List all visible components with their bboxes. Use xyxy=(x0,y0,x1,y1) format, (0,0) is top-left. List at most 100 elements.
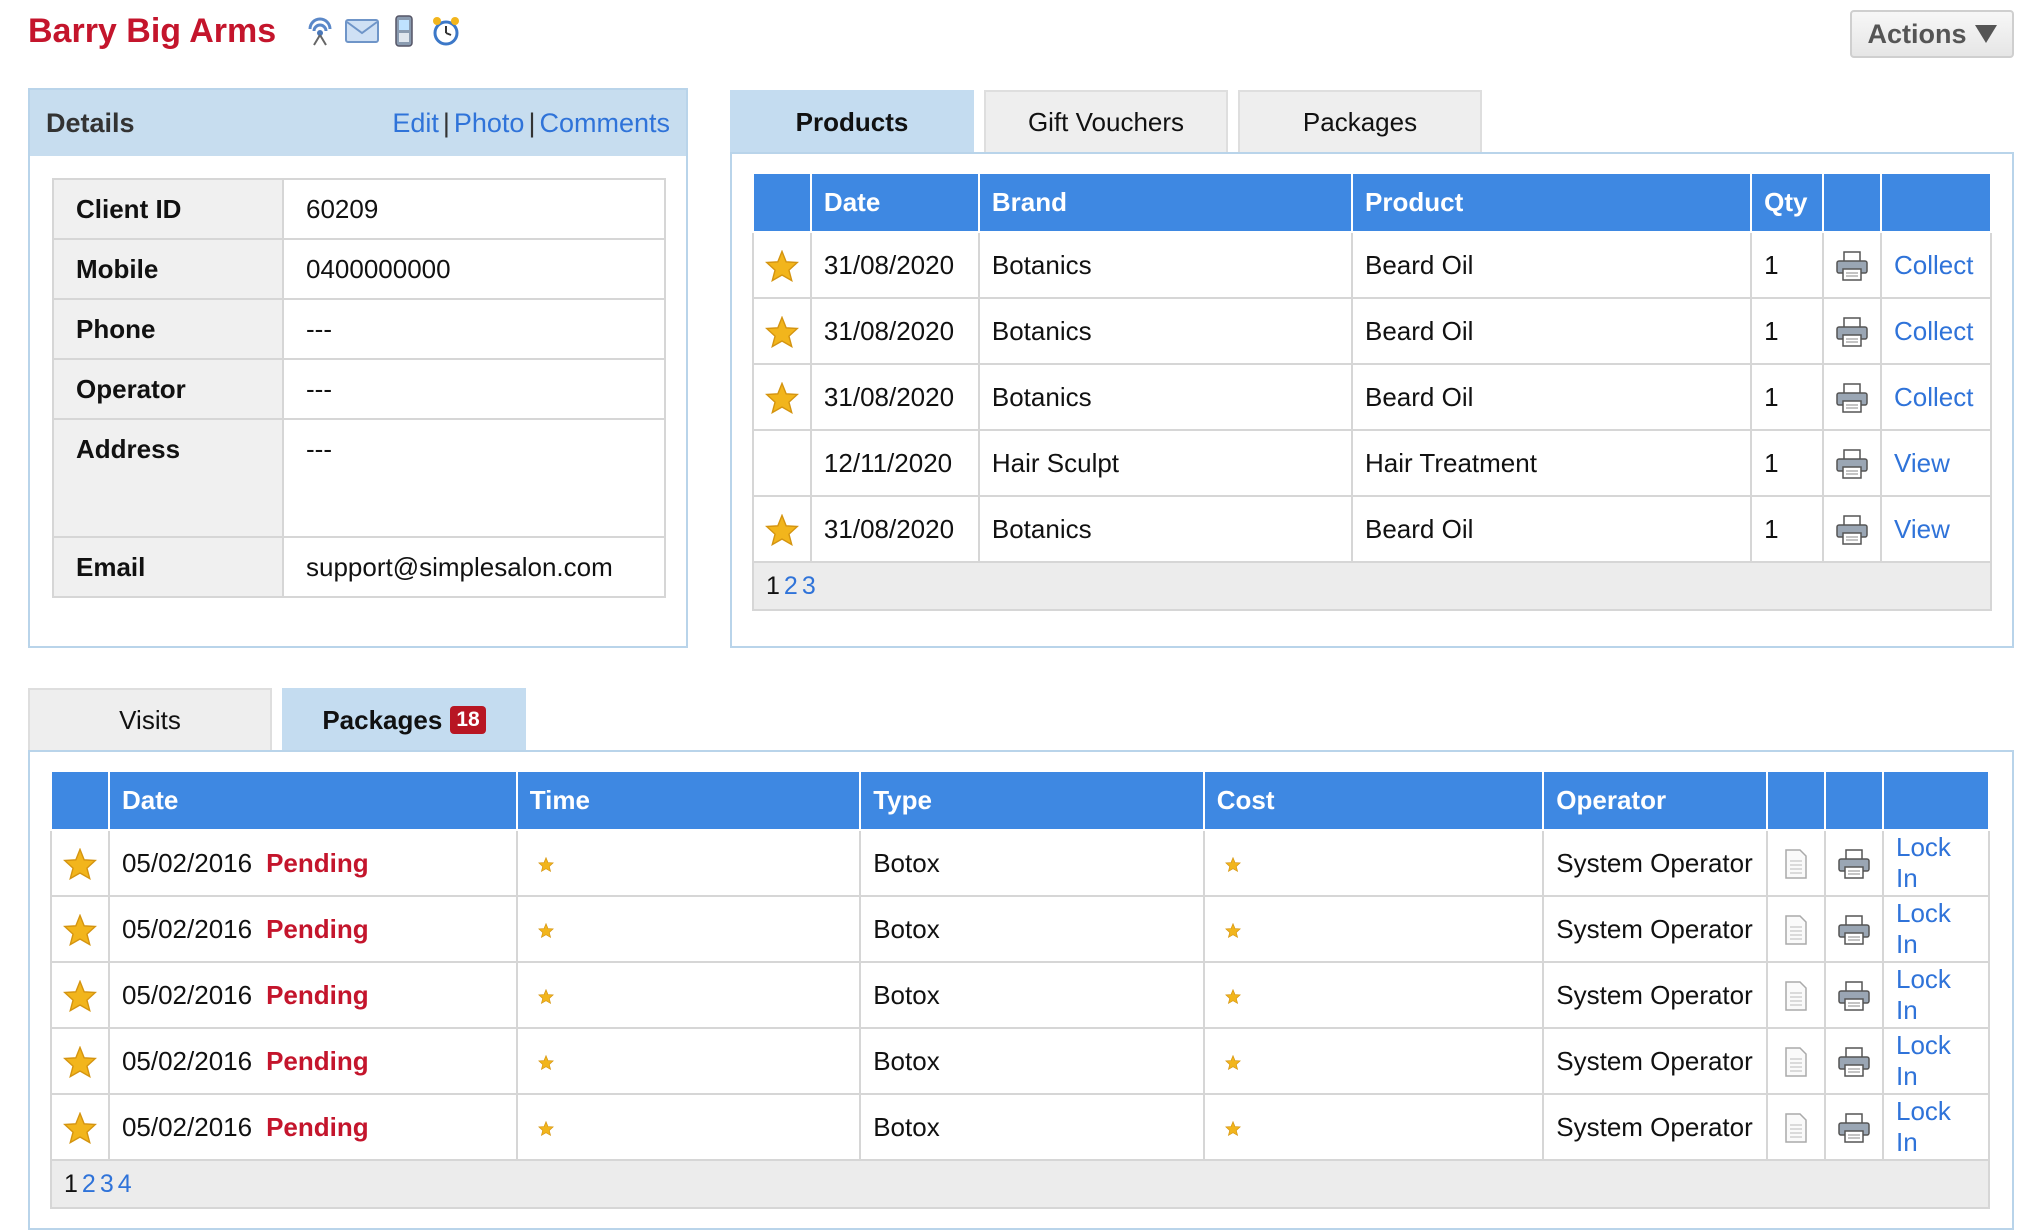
printer-icon[interactable] xyxy=(1837,1047,1871,1077)
document-icon[interactable] xyxy=(1784,1047,1808,1077)
action-cell: Collect xyxy=(1880,297,1992,365)
tab-products[interactable]: Products xyxy=(730,90,974,152)
lock-in-link[interactable]: Lock In xyxy=(1896,1096,1951,1157)
actions-button[interactable]: Actions xyxy=(1850,10,2014,58)
column-header-date[interactable]: Date xyxy=(809,174,980,233)
printer-icon[interactable] xyxy=(1837,1113,1871,1143)
column-header-operator[interactable]: Operator xyxy=(1542,772,1769,831)
details-label: Client ID xyxy=(52,178,284,240)
status-pending: Pending xyxy=(266,1045,369,1076)
details-row-operator: Operator --- xyxy=(52,358,666,420)
view-link[interactable]: View xyxy=(1894,448,1950,478)
details-label: Mobile xyxy=(52,238,284,300)
table-row: 12/11/2020 Hair Sculpt Hair Treatment 1 View xyxy=(752,429,1992,497)
table-row: 31/08/2020 Botanics Beard Oil 1 Collect xyxy=(752,363,1992,431)
brand-cell: Botanics xyxy=(977,363,1354,431)
status-pending: Pending xyxy=(266,979,369,1010)
action-cell: View xyxy=(1880,495,1992,563)
tab-visits[interactable]: Visits xyxy=(28,688,272,750)
details-row-mobile: Mobile 0400000000 xyxy=(52,238,666,300)
printer-icon[interactable] xyxy=(1835,383,1869,413)
photo-link[interactable]: Photo xyxy=(454,108,525,138)
document-icon[interactable] xyxy=(1784,915,1808,945)
lock-in-link[interactable]: Lock In xyxy=(1896,964,1951,1025)
column-header-product[interactable]: Product xyxy=(1350,174,1753,233)
page-link[interactable]: 4 xyxy=(118,1170,132,1198)
pagination: 123 xyxy=(752,561,1992,611)
column-header-cost[interactable]: Cost xyxy=(1202,772,1545,831)
table-row: 31/08/2020 Botanics Beard Oil 1 Collect xyxy=(752,231,1992,299)
page-link[interactable]: 3 xyxy=(802,572,816,600)
tab-packages-bottom[interactable]: Packages 18 xyxy=(282,688,526,750)
star-cell xyxy=(752,363,812,431)
lock-in-link[interactable]: Lock In xyxy=(1896,1030,1951,1091)
star-cell xyxy=(50,1027,110,1095)
column-header-time[interactable]: Time xyxy=(515,772,862,831)
details-header: Details Edit | Photo | Comments xyxy=(30,90,686,156)
collect-link[interactable]: Collect xyxy=(1894,382,1973,412)
mobile-phone-icon[interactable] xyxy=(386,14,422,48)
view-link[interactable]: View xyxy=(1894,514,1950,544)
details-links: Edit | Photo | Comments xyxy=(392,108,670,139)
document-icon[interactable] xyxy=(1784,849,1808,879)
collect-link[interactable]: Collect xyxy=(1894,316,1973,346)
cost-cell xyxy=(1202,1027,1545,1095)
tab-packages-label: Packages xyxy=(322,704,443,735)
column-header-brand[interactable]: Brand xyxy=(977,174,1354,233)
cost-cell xyxy=(1202,1093,1545,1161)
product-cell: Beard Oil xyxy=(1350,231,1753,299)
printer-icon[interactable] xyxy=(1837,849,1871,879)
document-icon[interactable] xyxy=(1784,1113,1808,1143)
tab-gift-vouchers[interactable]: Gift Vouchers xyxy=(984,90,1228,152)
details-row-phone: Phone --- xyxy=(52,298,666,360)
printer-icon[interactable] xyxy=(1837,981,1871,1011)
comments-link[interactable]: Comments xyxy=(539,108,670,138)
printer-icon[interactable] xyxy=(1835,515,1869,545)
date-cell: 31/08/2020 xyxy=(809,495,980,563)
column-header-document xyxy=(1766,772,1827,831)
printer-icon[interactable] xyxy=(1837,915,1871,945)
small-star-icon xyxy=(1224,857,1241,873)
type-cell: Botox xyxy=(859,961,1205,1029)
date-text: 05/02/2016 xyxy=(121,1045,253,1076)
print-cell xyxy=(1822,363,1882,431)
operator-cell: System Operator xyxy=(1542,961,1769,1029)
alarm-clock-icon[interactable] xyxy=(428,14,464,48)
column-header-date[interactable]: Date xyxy=(107,772,518,831)
small-star-icon xyxy=(1224,1055,1241,1071)
star-icon xyxy=(764,381,799,414)
packages-pagination: 1234 xyxy=(50,1159,1990,1209)
small-star-icon xyxy=(1224,989,1241,1005)
table-row: 05/02/2016 Pending Botox System Operator Loc… xyxy=(50,1027,1991,1095)
column-header-qty[interactable]: Qty xyxy=(1750,174,1825,233)
packages-header-row: Date Time Type Cost Operator xyxy=(50,772,1991,831)
print-cell xyxy=(1824,961,1884,1029)
printer-icon[interactable] xyxy=(1835,449,1869,479)
collect-link[interactable]: Collect xyxy=(1894,250,1973,280)
small-star-icon xyxy=(1224,1121,1241,1137)
column-header-action xyxy=(1880,174,1992,233)
printer-icon[interactable] xyxy=(1835,317,1869,347)
page-link[interactable]: 2 xyxy=(784,572,798,600)
page-link[interactable]: 3 xyxy=(100,1170,114,1198)
small-star-icon xyxy=(1224,923,1241,939)
brand-cell: Botanics xyxy=(977,231,1354,299)
small-star-icon xyxy=(537,857,554,873)
printer-icon[interactable] xyxy=(1835,251,1869,281)
page-current: 1 xyxy=(766,571,780,600)
client-details-table: Client ID 60209 Mobile 0400000000 Phone … xyxy=(52,178,666,598)
lock-in-link[interactable]: Lock In xyxy=(1896,898,1951,959)
document-icon[interactable] xyxy=(1784,981,1808,1011)
lock-in-link[interactable]: Lock In xyxy=(1896,832,1951,893)
wireless-icon[interactable] xyxy=(302,14,338,48)
column-header-type[interactable]: Type xyxy=(859,772,1205,831)
table-row: 05/02/2016 Pending Botox System Operator Loc… xyxy=(50,829,1991,897)
tab-packages[interactable]: Packages xyxy=(1238,90,1482,152)
print-cell xyxy=(1822,429,1882,497)
page-link[interactable]: 2 xyxy=(82,1170,96,1198)
envelope-icon[interactable] xyxy=(344,14,380,48)
column-header-print xyxy=(1822,174,1882,233)
edit-link[interactable]: Edit xyxy=(392,108,439,138)
operator-cell: System Operator xyxy=(1542,829,1769,897)
cost-cell xyxy=(1202,895,1545,963)
